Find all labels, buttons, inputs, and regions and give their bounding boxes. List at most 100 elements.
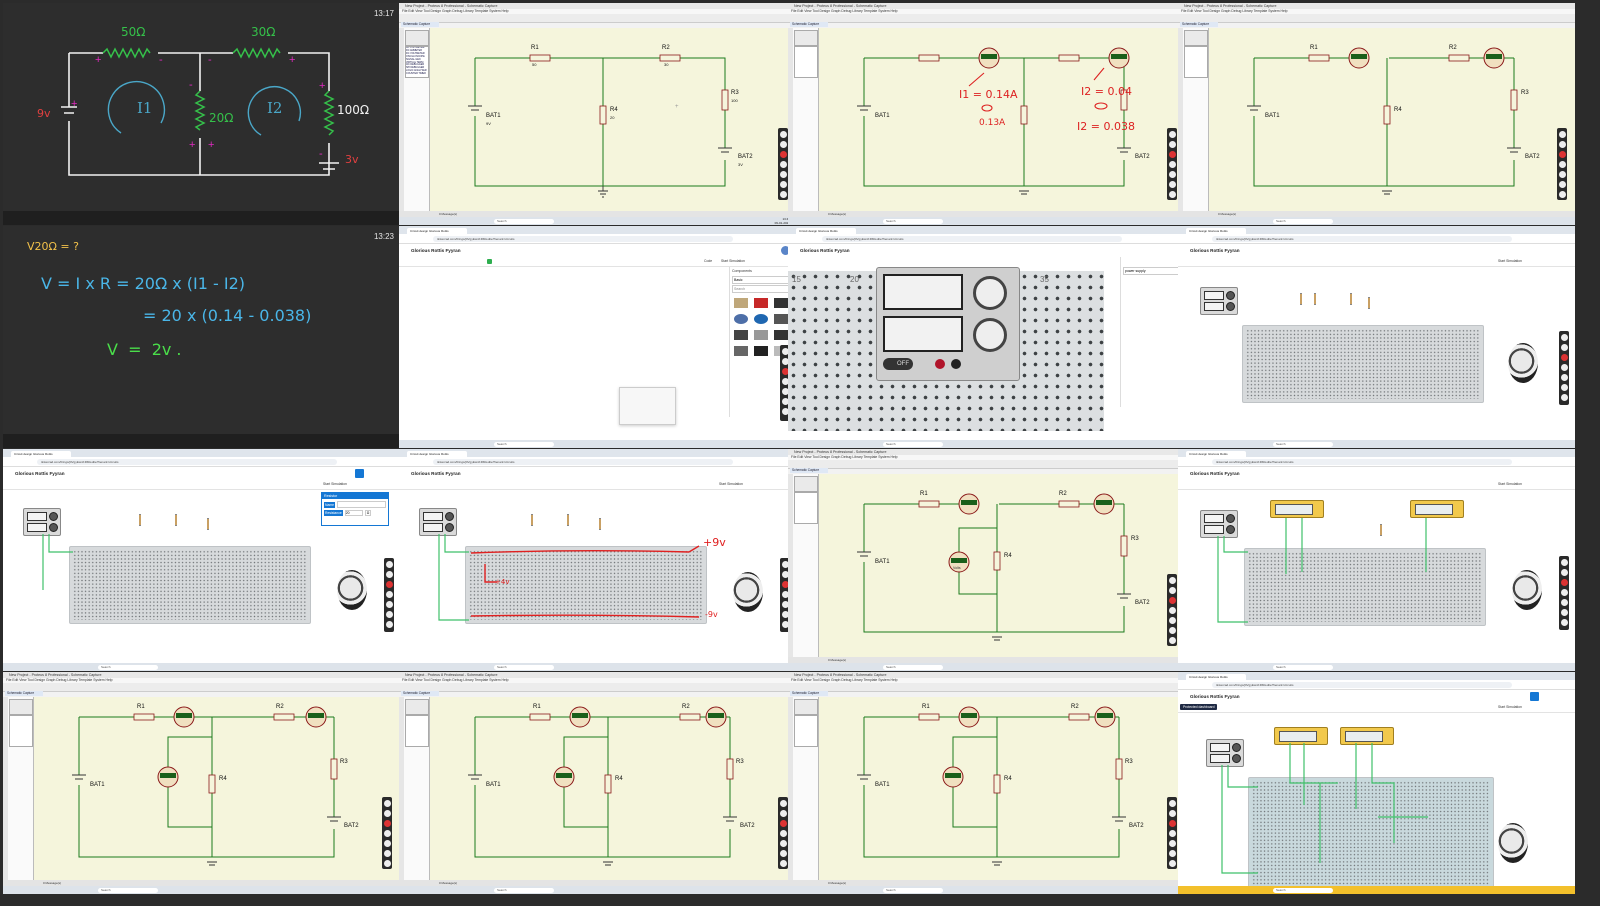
board-toolbar[interactable] <box>3 211 400 225</box>
editor-toolbar[interactable]: Start Simulation <box>1178 257 1575 267</box>
battery[interactable] <box>1512 570 1542 610</box>
unit-select[interactable]: Ω <box>364 510 372 516</box>
resistor[interactable] <box>1368 297 1370 309</box>
project-name[interactable]: Glorious Rottis Fyyran <box>411 248 461 253</box>
battery[interactable] <box>1498 823 1528 863</box>
project-name[interactable]: Glorious Rottis Fyyran <box>800 248 850 253</box>
url-bar[interactable]: tinkercad.com/things/j0VgyEwnKRM/editel?… <box>1212 458 1512 465</box>
code-button[interactable]: Code <box>704 259 712 263</box>
taskbar[interactable]: Search <box>3 663 400 671</box>
resistor[interactable] <box>1300 293 1302 305</box>
taskbar[interactable]: Search <box>399 440 796 448</box>
board-toolbar[interactable] <box>3 434 400 448</box>
annotation-toolbar[interactable] <box>384 558 394 632</box>
start-simulation-button[interactable]: Start Simulation <box>1498 482 1522 486</box>
settings-popup[interactable] <box>619 387 676 425</box>
off-switch[interactable]: OFF <box>883 358 913 370</box>
taskbar[interactable]: Search <box>788 217 1185 225</box>
annotation-toolbar[interactable] <box>778 797 788 869</box>
annotation-toolbar[interactable] <box>382 797 392 869</box>
taskbar-search[interactable]: Search <box>1273 441 1333 447</box>
editor-toolbar[interactable]: Start Simulation <box>3 480 400 490</box>
taskbar-search[interactable]: Search <box>494 218 554 224</box>
toolbar[interactable] <box>788 683 1185 692</box>
project-name[interactable]: Glorious Rottis Fyyran <box>1190 694 1240 699</box>
taskbar[interactable]: Search <box>1178 886 1575 894</box>
workspace[interactable]: +9v -9v +4v <box>399 490 796 663</box>
taskbar[interactable]: Search <box>1178 663 1575 671</box>
taskbar[interactable]: Search <box>399 663 796 671</box>
project-name[interactable]: Glorious Rottis Fyyran <box>411 471 461 476</box>
components-panel[interactable]: power supply <box>1120 257 1183 407</box>
annotation-toolbar[interactable] <box>1559 331 1569 405</box>
device-list[interactable]: AC VOLTMETER DC AMMETER DC VOLTMETER OSCILL… <box>405 46 429 78</box>
url-bar[interactable]: tinkercad.com/things/j0VgyEwnKRM/editel?… <box>433 458 733 465</box>
workspace[interactable] <box>1178 267 1575 440</box>
device-list[interactable] <box>9 715 33 747</box>
schematic-canvas[interactable]: R1 R2 R3 R4 BAT1 BAT2 <box>1209 28 1575 211</box>
taskbar[interactable]: Search <box>788 663 1185 671</box>
breadboard[interactable] <box>1242 325 1484 403</box>
annotation-toolbar[interactable] <box>778 128 788 200</box>
name-field[interactable] <box>337 501 386 508</box>
panel-search[interactable]: Search <box>732 285 790 293</box>
annotation-toolbar[interactable] <box>1559 556 1569 630</box>
schematic-canvas[interactable]: R1 R2 R3 R4 BAT1 BAT2 <box>819 697 1185 880</box>
taskbar-search[interactable]: Search <box>883 887 943 893</box>
taskbar-search[interactable]: Search <box>883 664 943 670</box>
taskbar[interactable]: Search <box>788 886 1185 894</box>
taskbar-search[interactable]: Search <box>494 887 554 893</box>
panel-dropdown[interactable]: Basic <box>732 276 790 284</box>
annotation-toolbar[interactable] <box>1167 128 1177 200</box>
editor-toolbar[interactable]: Start Simulation <box>399 480 796 490</box>
taskbar[interactable]: Search <box>3 886 400 894</box>
workspace[interactable]: 15 20 35 OFF power supply <box>788 257 1185 440</box>
toolbar[interactable] <box>1178 14 1575 23</box>
editor-toolbar[interactable]: Protected dashboard Start Simulation <box>1178 703 1575 713</box>
taskbar[interactable]: Search <box>399 886 796 894</box>
taskbar-search[interactable]: Search <box>1273 887 1333 893</box>
toolbar[interactable] <box>788 460 1185 469</box>
toolbar[interactable] <box>399 683 796 692</box>
url-bar[interactable]: tinkercad.com/things/j0VgyEwnKRM/editel?… <box>37 458 337 465</box>
editor-toolbar[interactable]: Start Simulation <box>1178 480 1575 490</box>
start-simulation-button[interactable]: Start Simulation <box>1498 259 1522 263</box>
taskbar-search[interactable]: Search <box>1273 218 1333 224</box>
annotation-toolbar[interactable] <box>1167 574 1177 646</box>
tab-schematic[interactable]: Schematic Capture <box>790 468 828 473</box>
resistance-field[interactable]: 20 <box>344 510 363 516</box>
url-bar[interactable]: tinkercad.com/things/j0VgyEwnKRM/editel?… <box>1212 235 1512 242</box>
taskbar[interactable]: Search <box>1178 440 1575 448</box>
tab-schematic[interactable]: Schematic Capture <box>790 691 828 696</box>
annotation-toolbar[interactable] <box>1167 797 1177 869</box>
project-name[interactable]: Glorious Rottis Fyyran <box>1190 248 1240 253</box>
taskbar[interactable]: Search <box>1178 217 1575 225</box>
start-simulation-button[interactable]: Start Simulation <box>1498 705 1522 709</box>
workspace[interactable] <box>1178 713 1575 889</box>
tab-schematic[interactable]: Schematic Capture <box>790 22 828 27</box>
dashboard-badge[interactable]: Protected dashboard <box>1180 704 1218 710</box>
power-supply-zoom[interactable]: OFF <box>876 267 1020 381</box>
schematic-canvas[interactable]: + R1 50 R2 30 R3 100 R4 20 BAT1 9V BAT2 … <box>430 28 796 211</box>
resistor[interactable] <box>1350 293 1352 305</box>
schematic-canvas[interactable]: I1 = 0.14A 0.13A I2 = 0.04 I2 = 0.038 BA… <box>819 28 1185 211</box>
schematic-canvas[interactable]: R1 R2 R3 R4 BAT1 BAT2 <box>34 697 400 880</box>
battery[interactable] <box>733 572 763 612</box>
toolbar[interactable] <box>399 14 796 23</box>
battery[interactable] <box>337 570 367 610</box>
schematic-canvas[interactable]: Volts R1 R2 R3 R4 BAT1 BAT2 <box>819 474 1185 657</box>
tab-schematic[interactable]: Schematic Capture <box>1180 22 1218 27</box>
taskbar-search[interactable]: Search <box>883 218 943 224</box>
device-list[interactable] <box>794 715 818 747</box>
tab-schematic[interactable]: Schematic Capture <box>401 22 439 27</box>
resistor-inspector[interactable]: Resistor Name Resistance 20 Ω <box>321 492 389 526</box>
editor-toolbar[interactable]: Code Start Simulation <box>399 257 796 267</box>
taskbar[interactable]: Search 13:44 09-01-2023 <box>399 217 796 225</box>
start-simulation-button[interactable]: Start Simulation <box>323 482 347 486</box>
toolbar[interactable] <box>3 683 400 692</box>
resistor[interactable] <box>207 518 209 530</box>
start-simulation-button[interactable]: Start Simulation <box>721 259 745 263</box>
device-list[interactable] <box>794 46 818 78</box>
toolbar[interactable] <box>788 14 1185 23</box>
resistor[interactable] <box>1314 293 1316 305</box>
